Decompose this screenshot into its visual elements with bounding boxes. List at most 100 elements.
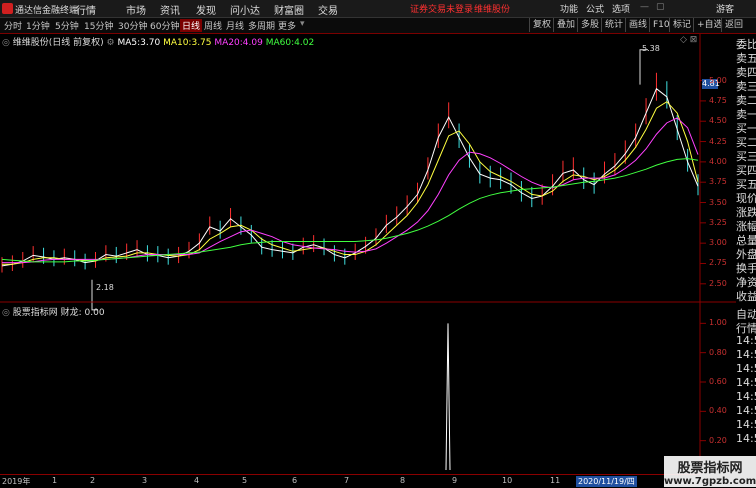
sub-y-tick-label: 0.80: [709, 347, 727, 357]
menu-jiaoyi[interactable]: 交易: [318, 2, 338, 17]
menu-wenxiaoda[interactable]: 问小达: [230, 2, 260, 17]
circle-icon[interactable]: ◎: [2, 308, 10, 318]
ma60-value: 4.02: [294, 38, 315, 48]
ma5-label: MA5:: [117, 38, 141, 48]
sub-legend: ◎ 股票指标网 财龙: 0.00: [2, 305, 105, 318]
period-monthly[interactable]: 月线: [226, 19, 244, 32]
ma20-line: [2, 117, 699, 264]
x-tick: 2: [90, 476, 96, 485]
cursor-date: 2020/11/19/四: [576, 476, 637, 487]
panel-label[interactable]: 14:5: [736, 390, 756, 403]
sub-y-tick-label: 0.20: [709, 435, 727, 445]
y-tick-label: 2.75: [709, 258, 727, 268]
period-1min[interactable]: 1分钟: [26, 19, 50, 32]
x-tick: 10: [502, 476, 513, 485]
period-weekly[interactable]: 周线: [204, 19, 222, 32]
chevron-down-icon[interactable]: ▾: [300, 19, 305, 29]
x-tick: 8: [400, 476, 406, 485]
period-daily[interactable]: 日线: [180, 19, 203, 32]
high-price-label: 5.38: [642, 44, 660, 53]
ma60-label: MA60:: [265, 38, 295, 48]
ma20-value: 4.09: [242, 38, 263, 48]
panel-label[interactable]: 14:5: [736, 362, 756, 375]
panel-label[interactable]: 14:5: [736, 432, 756, 445]
y-tick-label: 2.50: [709, 278, 727, 288]
settings-icon[interactable]: ⚙: [107, 38, 115, 48]
y-tick-label: 4.00: [709, 156, 727, 166]
panel-label[interactable]: 14:5: [736, 334, 756, 347]
caiilong-spike: [445, 323, 451, 471]
ma20-label: MA20:: [214, 38, 243, 48]
x-tick: 3: [142, 476, 148, 485]
minimize-icon[interactable]: —: [640, 2, 649, 12]
low-price-label: 2.18: [96, 283, 114, 292]
period-15min[interactable]: 15分钟: [84, 19, 113, 32]
watermark: 股票指标网 www.7gpzb.com: [664, 456, 756, 487]
sub-y-tick-label: 0.60: [709, 377, 727, 386]
x-tick: 1: [52, 476, 58, 485]
main-legend: ◎ 维维股份(日线 前复权) ⚙ MA5:3.70 MA10:3.75 MA20…: [2, 35, 314, 48]
back-button[interactable]: 返回: [721, 18, 746, 32]
sub-title: 股票指标网: [12, 308, 58, 318]
x-tick: 5: [242, 476, 248, 485]
tongji-button[interactable]: 统计: [601, 18, 626, 32]
period-30min[interactable]: 30分钟: [118, 19, 147, 32]
period-toolbar: 分时 1分钟 5分钟 15分钟 30分钟 60分钟 日线 周线 月线 多周期 更…: [0, 18, 756, 34]
watermark-url: www.7gpzb.com: [664, 476, 756, 487]
ma60-line: [1, 158, 699, 263]
circle-icon[interactable]: ◎: [2, 38, 10, 48]
menu-hangqing[interactable]: 行情: [76, 2, 96, 17]
y-tick-label: 3.25: [709, 217, 727, 227]
y-tick-label: 3.00: [709, 238, 727, 248]
panel-label[interactable]: 14:5: [736, 418, 756, 431]
period-multi[interactable]: 多周期: [248, 19, 275, 32]
panel-label[interactable]: 14:5: [736, 404, 756, 417]
sub-y-tick-label: 1.00: [709, 318, 727, 328]
y-tick-label: 4.25: [709, 136, 727, 146]
ma10-line: [2, 101, 699, 265]
diejia-button[interactable]: 叠加: [553, 18, 578, 32]
menu-zixun[interactable]: 资讯: [160, 2, 180, 17]
title-bar: 通达信金融终端 行情 市场 资讯 发现 问小达 财富圈 交易 证券交易未登录 维…: [0, 0, 756, 18]
x-tick: 4: [194, 476, 200, 485]
panel-label[interactable]: 14:5: [736, 348, 756, 361]
menu-gongneng[interactable]: 功能: [560, 2, 578, 15]
indicator-label: 财龙:: [60, 308, 82, 318]
ma10-value: 3.75: [191, 38, 212, 48]
biaoji-button[interactable]: 标记: [669, 18, 694, 32]
period-fenshi[interactable]: 分时: [4, 19, 22, 32]
maximize-icon[interactable]: ▢: [656, 2, 665, 12]
period-5min[interactable]: 5分钟: [55, 19, 79, 32]
menu-caifuquan[interactable]: 财富圈: [274, 2, 304, 17]
y-tick-label: 5.00: [709, 75, 727, 85]
x-tick: 2019年: [2, 477, 31, 486]
user-label[interactable]: 游客: [716, 2, 734, 15]
x-tick: 7: [344, 476, 350, 485]
menu-shichang[interactable]: 市场: [126, 2, 146, 17]
panel-label[interactable]: 14:5: [736, 376, 756, 389]
period-60min[interactable]: 60分钟: [150, 19, 179, 32]
app-name: 通达信金融终端: [15, 6, 79, 16]
ma5-line: [1, 87, 699, 267]
panel-label: 收益: [736, 290, 756, 303]
huaxian-button[interactable]: 画线: [625, 18, 650, 32]
menu-faxian[interactable]: 发现: [196, 2, 216, 17]
duogu-button[interactable]: 多股: [577, 18, 602, 32]
x-tick: 6: [292, 476, 298, 485]
fuquan-button[interactable]: 复权: [529, 18, 554, 32]
app-logo-icon: [2, 3, 13, 14]
menu-gongshi[interactable]: 公式: [586, 2, 604, 15]
y-tick-label: 3.50: [709, 197, 727, 207]
stock-link[interactable]: 维维股份: [474, 2, 510, 15]
period-more[interactable]: 更多: [278, 19, 296, 32]
menu-xuanxiang[interactable]: 选项: [612, 2, 630, 15]
quote-side-panel: 委比 卖五 卖四 卖三 卖二 卖一 买一 买二 买三 买四 买五 现价 涨跌 涨幅 总量 外盘 换手 净资 收益 自动…: [736, 34, 756, 487]
login-warning[interactable]: 证券交易未登录: [410, 2, 473, 15]
ma5-value: 3.70: [140, 38, 161, 48]
stock-title: 维维股份(日线 前复权): [12, 38, 104, 48]
indicator-value: 0.00: [84, 308, 105, 318]
chart-options-icon[interactable]: ◇ ⊠: [680, 35, 697, 45]
high-marker: [639, 49, 648, 85]
kline-chart[interactable]: [0, 34, 736, 474]
y-tick-label: 3.75: [709, 177, 727, 187]
